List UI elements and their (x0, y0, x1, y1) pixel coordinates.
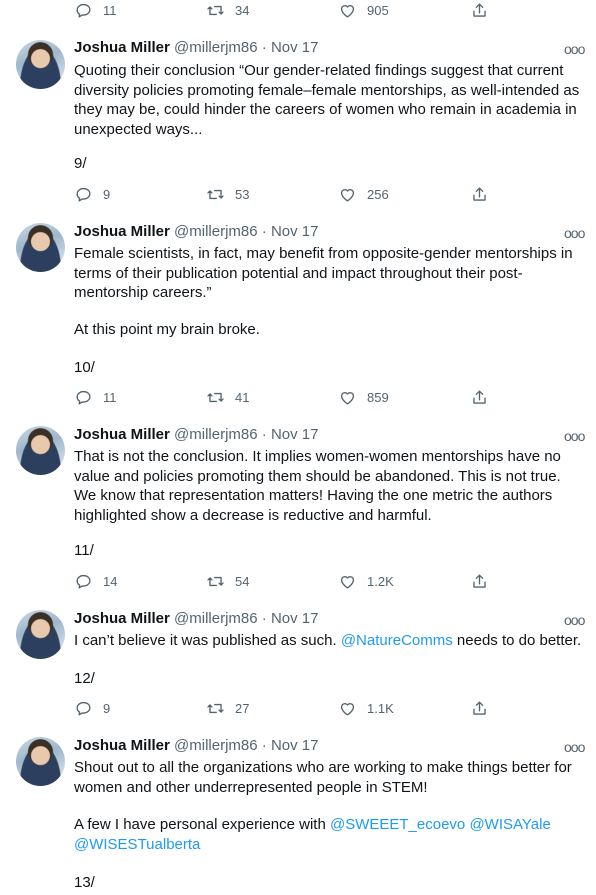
reply-button[interactable]: 9 (74, 185, 206, 204)
thread-counter: 10/ (74, 359, 95, 376)
like-button[interactable]: 859 (338, 388, 470, 407)
heart-icon (338, 185, 357, 204)
retweet-button[interactable]: 53 (206, 185, 338, 204)
retweet-button[interactable]: 34 (206, 1, 338, 20)
author-handle[interactable]: @millerjm86 (174, 737, 258, 754)
mention-link[interactable]: @NatureComms (341, 632, 453, 649)
retweet-icon (206, 185, 225, 204)
share-button[interactable] (470, 1, 489, 20)
reply-icon (74, 388, 93, 407)
retweet-button[interactable]: 54 (206, 572, 338, 591)
tweet-actions: 14 54 1.2K (74, 569, 504, 593)
like-button[interactable]: 1.1K (338, 699, 470, 718)
like-button[interactable]: 256 (338, 185, 470, 204)
author-handle[interactable]: @millerjm86 (174, 39, 258, 56)
tweet-date[interactable]: Nov 17 (271, 223, 319, 240)
tweet-date[interactable]: Nov 17 (271, 737, 319, 754)
thread-counter: 12/ (74, 670, 95, 687)
tweet-date[interactable]: Nov 17 (271, 610, 319, 627)
tweet-actions: 11 41 859 (74, 385, 504, 409)
mention-link[interactable]: @WISESTualberta (74, 836, 200, 853)
heart-icon (338, 388, 357, 407)
heart-icon (338, 572, 357, 591)
like-button[interactable]: 1.2K (338, 572, 470, 591)
author-handle[interactable]: @millerjm86 (174, 426, 258, 443)
author-handle[interactable]: @millerjm86 (174, 223, 258, 240)
reply-button[interactable]: 11 (74, 388, 206, 407)
tweet-date[interactable]: Nov 17 (271, 39, 319, 56)
retweet-button[interactable]: 41 (206, 388, 338, 407)
tweet-date[interactable]: Nov 17 (271, 426, 319, 443)
reply-button[interactable]: 9 (74, 699, 206, 718)
share-icon (470, 185, 489, 204)
tweet-text: Shout out to all the organizations who a… (74, 759, 576, 796)
heart-icon (338, 1, 357, 20)
tweet-header: Joshua Miller @millerjm86 · Nov 17 (74, 737, 319, 754)
tweet-actions: 11 34 905 (74, 0, 504, 22)
retweet-icon (206, 388, 225, 407)
share-icon (470, 388, 489, 407)
tweet-text: Female scientists, in fact, may benefit … (74, 245, 577, 301)
more-options-icon[interactable]: ooo (564, 225, 585, 241)
tweet-text: At this point my brain broke. (74, 321, 260, 338)
author-name[interactable]: Joshua Miller (74, 426, 170, 443)
avatar[interactable] (16, 610, 65, 659)
share-button[interactable] (470, 388, 489, 407)
mention-link[interactable]: @WISAYale (469, 816, 550, 833)
author-name[interactable]: Joshua Miller (74, 737, 170, 754)
tweet-text: Quoting their conclusion “Our gender-rel… (74, 62, 584, 138)
tweet-actions: 9 53 256 (74, 182, 504, 206)
avatar[interactable] (16, 426, 65, 475)
retweet-icon (206, 699, 225, 718)
author-name[interactable]: Joshua Miller (74, 39, 170, 56)
avatar[interactable] (16, 737, 65, 786)
share-button[interactable] (470, 572, 489, 591)
tweet-text: A few I have personal experience with @S… (74, 816, 551, 853)
like-button[interactable]: 905 (338, 1, 470, 20)
retweet-icon (206, 572, 225, 591)
author-handle[interactable]: @millerjm86 (174, 610, 258, 627)
share-icon (470, 699, 489, 718)
tweet-header: Joshua Miller @millerjm86 · Nov 17 (74, 610, 319, 627)
reply-icon (74, 1, 93, 20)
share-icon (470, 1, 489, 20)
tweet-text: I can’t believe it was published as such… (74, 632, 582, 649)
tweet-header: Joshua Miller @millerjm86 · Nov 17 (74, 426, 319, 443)
more-options-icon[interactable]: ooo (564, 428, 585, 444)
heart-icon (338, 699, 357, 718)
share-button[interactable] (470, 699, 489, 718)
tweet-header: Joshua Miller @millerjm86 · Nov 17 (74, 223, 319, 240)
author-name[interactable]: Joshua Miller (74, 223, 170, 240)
tweet-text: That is not the conclusion. It implies w… (74, 448, 566, 524)
thread-counter: 11/ (74, 542, 94, 559)
reply-icon (74, 699, 93, 718)
author-name[interactable]: Joshua Miller (74, 610, 170, 627)
mention-link[interactable]: @SWEEET_ecoevo (330, 816, 465, 833)
reply-icon (74, 572, 93, 591)
more-options-icon[interactable]: ooo (564, 41, 585, 57)
reply-button[interactable]: 11 (74, 1, 206, 20)
retweet-icon (206, 1, 225, 20)
avatar[interactable] (16, 40, 65, 89)
more-options-icon[interactable]: ooo (564, 739, 585, 755)
reply-icon (74, 185, 93, 204)
tweet-header: Joshua Miller @millerjm86 · Nov 17 (74, 39, 319, 56)
more-options-icon[interactable]: ooo (564, 612, 585, 628)
tweet-actions: 9 27 1.1K (74, 696, 504, 720)
avatar[interactable] (16, 223, 65, 272)
share-icon (470, 572, 489, 591)
thread-counter: 9/ (74, 155, 87, 172)
retweet-button[interactable]: 27 (206, 699, 338, 718)
share-button[interactable] (470, 185, 489, 204)
reply-button[interactable]: 14 (74, 572, 206, 591)
thread-counter: 13/ (74, 874, 95, 891)
